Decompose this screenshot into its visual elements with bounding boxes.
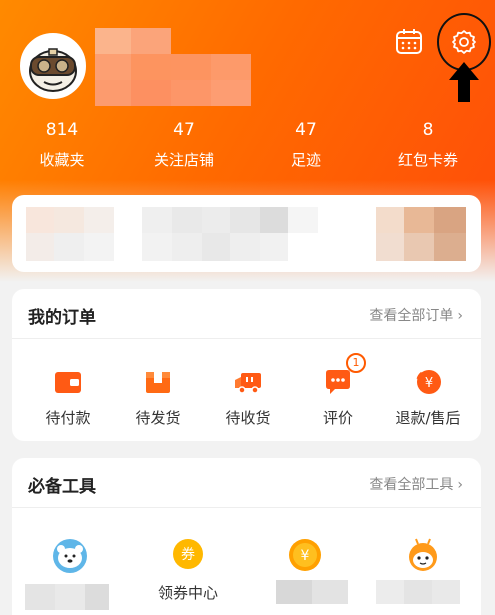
svg-text:券: 券 — [181, 547, 195, 563]
order-label: 待付款 — [45, 409, 91, 427]
tool-item-3[interactable]: ¥ — [260, 538, 350, 572]
avatar[interactable] — [20, 33, 86, 99]
chevron-right-icon: › — [457, 308, 463, 324]
polar-bear-icon — [53, 539, 87, 573]
yen-coin-icon: ¥ — [289, 539, 321, 571]
stat-followed-shops[interactable]: 47 关注店铺 — [129, 118, 239, 171]
stat-favorites[interactable]: 814 收藏夹 — [7, 118, 117, 171]
tool-coupon-center[interactable]: 券 领券中心 — [143, 538, 233, 603]
wallet-icon — [55, 372, 81, 393]
stat-label: 足迹 — [290, 151, 321, 169]
order-refund-aftersale[interactable]: ¥ 退款/售后 — [383, 367, 473, 428]
divider — [12, 507, 481, 508]
calendar-icon — [396, 29, 422, 54]
order-pending-payment[interactable]: 待付款 — [23, 367, 113, 428]
stat-label: 关注店铺 — [153, 151, 214, 169]
divider — [12, 338, 481, 339]
svg-text:¥: ¥ — [425, 376, 433, 391]
view-all-tools-link[interactable]: 查看全部工具 › — [369, 474, 463, 494]
order-pending-receipt[interactable]: 待收货 — [203, 367, 293, 428]
chevron-right-icon: › — [457, 477, 463, 493]
order-review[interactable]: 1 评价 — [293, 353, 383, 428]
arrow-up-annotation-icon — [449, 62, 479, 102]
order-pending-shipment[interactable]: 待发货 — [113, 367, 203, 428]
view-all-orders-label: 查看全部订单 — [369, 308, 454, 324]
order-label: 待收货 — [225, 409, 271, 427]
gear-icon — [452, 30, 476, 54]
order-label: 待发货 — [135, 409, 181, 427]
tool-label-blurred — [376, 580, 460, 610]
stat-footprints[interactable]: 47 足迹 — [251, 118, 361, 171]
stat-label: 红包卡券 — [397, 151, 458, 169]
truck-icon — [235, 373, 261, 394]
svg-text:¥: ¥ — [301, 548, 310, 564]
review-count-badge: 1 — [346, 353, 366, 373]
stat-value: 47 — [295, 120, 317, 140]
tool-item-4[interactable] — [378, 538, 468, 572]
package-icon — [146, 372, 170, 393]
tool-label: 领券中心 — [157, 584, 218, 602]
orders-title: 我的订单 — [28, 308, 96, 328]
stats-row: 814 收藏夹 47 关注店铺 47 足迹 8 红包卡券 — [0, 118, 495, 178]
stat-value: 8 — [422, 120, 434, 140]
username-blurred — [95, 28, 255, 108]
order-label: 评价 — [322, 409, 353, 427]
promo-card-blurred[interactable] — [12, 195, 481, 272]
view-all-tools-label: 查看全部工具 — [369, 477, 454, 493]
tool-label-blurred — [276, 580, 348, 610]
refund-icon: ¥ — [416, 370, 441, 394]
tool-item-1[interactable] — [25, 538, 115, 574]
cartoon-avatar-icon — [22, 35, 84, 97]
stat-coupons[interactable]: 8 红包卡券 — [373, 118, 483, 171]
comment-icon — [326, 370, 350, 394]
bee-mascot-icon — [409, 538, 437, 571]
tools-title: 必备工具 — [28, 477, 96, 497]
view-all-orders-link[interactable]: 查看全部订单 › — [369, 305, 463, 325]
stat-value: 814 — [45, 120, 79, 140]
tools-card: 必备工具 查看全部工具 › 券 领券中心 ¥ — [12, 458, 481, 615]
calendar-button[interactable] — [394, 27, 424, 57]
tool-label-blurred — [25, 584, 109, 614]
order-label: 退款/售后 — [395, 409, 461, 427]
stat-label: 收藏夹 — [39, 151, 85, 169]
coupon-icon: 券 — [173, 539, 203, 569]
stat-value: 47 — [173, 120, 195, 140]
orders-card: 我的订单 查看全部订单 › 待付款 待发货 待收货 1 评价 ¥ 退款/售后 — [12, 289, 481, 441]
